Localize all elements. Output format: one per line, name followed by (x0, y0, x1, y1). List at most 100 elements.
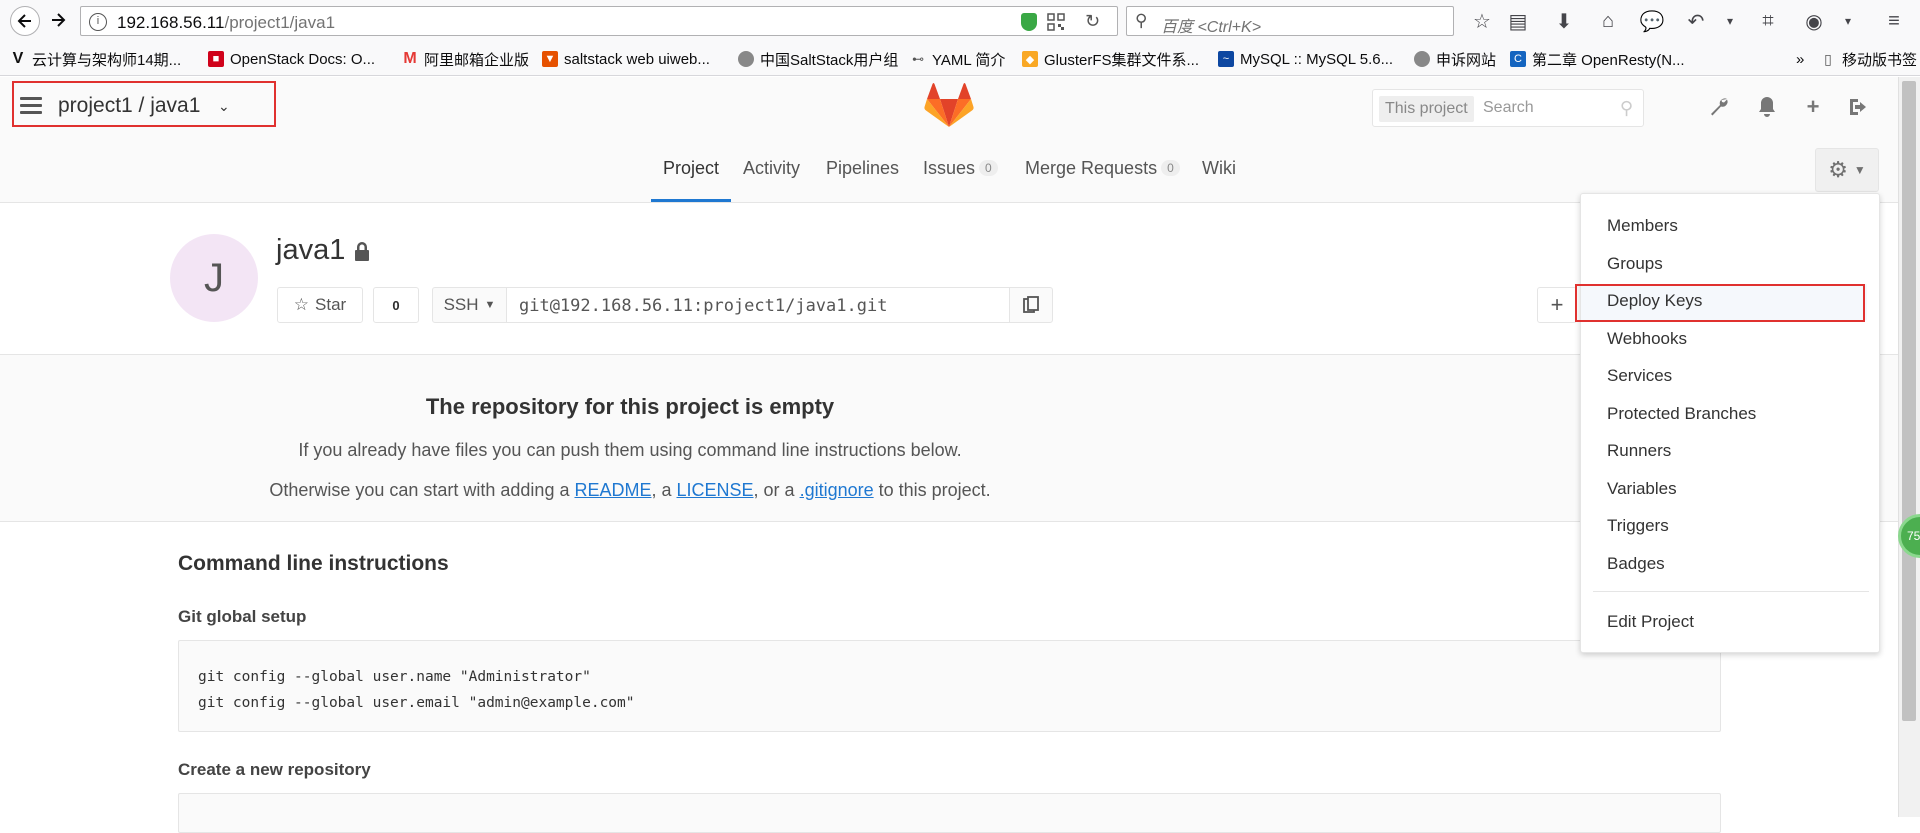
settings-dropdown-button[interactable]: ⚙ ▼ (1815, 148, 1879, 192)
project-title[interactable]: project1 / java1 (58, 94, 200, 118)
tab-pipelines[interactable]: Pipelines (826, 158, 899, 179)
menu-icon[interactable]: ≡ (1882, 9, 1906, 33)
tab-issues[interactable]: Issues 0 (923, 158, 998, 179)
bell-icon[interactable] (1754, 94, 1780, 120)
qr-code-icon[interactable] (1047, 13, 1065, 31)
menu-item-services[interactable]: Services (1607, 366, 1672, 386)
gitlab-logo-icon[interactable] (924, 83, 974, 129)
bookmark-label: 云计算与架构师14期... (32, 51, 182, 69)
hamburger-menu-icon[interactable] (20, 97, 42, 114)
bookmark-item[interactable]: V 云计算与架构师14期... (10, 49, 182, 69)
menu-item-edit-project[interactable]: Edit Project (1607, 612, 1694, 632)
url-text: 192.168.56.11/project1/java1 (117, 13, 335, 33)
tab-activity[interactable]: Activity (743, 158, 800, 179)
clone-protocol-dropdown[interactable]: SSH ▼ (432, 287, 507, 323)
star-button[interactable]: ☆ Star (277, 287, 363, 323)
bookmark-item[interactable]: ▼ saltstack web uiweb... (542, 49, 710, 69)
create-repo-title: Create a new repository (178, 760, 371, 779)
chevron-down-icon[interactable]: ▾ (1836, 9, 1860, 33)
shield-icon[interactable] (1021, 13, 1037, 31)
mask-icon[interactable]: ◉ (1802, 9, 1826, 33)
chevron-down-icon[interactable]: ▾ (1718, 9, 1742, 33)
git-setup-code-block[interactable]: git config --global user.name "Administr… (178, 640, 1721, 732)
project-name: java1 (276, 234, 346, 266)
caret-down-icon: ▼ (484, 299, 496, 311)
settings-dropdown-menu: Members Groups Deploy Keys Webhooks Serv… (1575, 193, 1880, 653)
suggestion-suffix: to this project. (873, 480, 991, 500)
globe-icon (1414, 51, 1430, 67)
info-icon[interactable]: i (89, 13, 107, 31)
bookmark-label: 第二章 OpenResty(N... (1532, 51, 1685, 69)
license-link[interactable]: LICENSE (677, 480, 754, 500)
bookmark-label: 中国SaltStack用户组 (760, 51, 899, 69)
bookmark-item[interactable]: C 第二章 OpenResty(N... (1510, 49, 1685, 69)
bookmark-item[interactable]: ~ MySQL :: MySQL 5.6... (1218, 49, 1393, 69)
star-label: Star (315, 295, 347, 314)
search-icon: ⚲ (1619, 98, 1633, 118)
reload-icon[interactable]: ↻ (1085, 11, 1100, 32)
clone-url-input[interactable]: git@192.168.56.11:project1/java1.git (506, 287, 1010, 323)
bookmark-star-icon[interactable]: ☆ (1470, 9, 1494, 33)
menu-item-badges[interactable]: Badges (1607, 554, 1665, 574)
download-icon[interactable]: ⬇ (1552, 9, 1576, 33)
yaml-icon: ⊷ (912, 52, 924, 66)
sign-out-icon[interactable] (1846, 94, 1872, 120)
tab-wiki[interactable]: Wiki (1202, 158, 1236, 179)
reader-list-icon[interactable]: ▤ (1506, 9, 1530, 33)
header-search-input[interactable]: This project Search ⚲ (1372, 89, 1644, 127)
menu-item-runners[interactable]: Runners (1607, 441, 1671, 461)
search-icon: ⚲ (1135, 11, 1148, 30)
plus-icon[interactable]: + (1800, 94, 1826, 120)
deploy-keys-highlight (1575, 284, 1865, 322)
forward-button[interactable] (50, 12, 68, 30)
browser-toolbar: i 192.168.56.11/project1/java1 ↻ ⚲ 百度 <C… (0, 0, 1920, 42)
bookmark-item[interactable]: ◆ GlusterFS集群文件系... (1022, 49, 1199, 69)
star-icon: ☆ (293, 295, 310, 314)
admin-wrench-icon[interactable] (1706, 94, 1732, 120)
saltstack-icon: ▼ (542, 51, 558, 67)
scrollbar-thumb[interactable] (1902, 81, 1916, 721)
lock-icon (354, 242, 370, 268)
bookmarks-overflow[interactable]: » (1796, 49, 1804, 69)
menu-item-triggers[interactable]: Triggers (1607, 516, 1669, 536)
phone-icon: ▯ (1824, 50, 1832, 67)
project-avatar: J (170, 234, 258, 322)
caret-down-icon: ▼ (1853, 163, 1866, 177)
menu-item-webhooks[interactable]: Webhooks (1607, 329, 1687, 349)
add-new-button[interactable]: + (1537, 287, 1577, 323)
chevron-down-icon[interactable]: ⌄ (218, 98, 230, 115)
tab-project[interactable]: Project (663, 158, 719, 179)
bookmark-item[interactable]: ■ OpenStack Docs: O... (208, 49, 375, 69)
menu-item-groups[interactable]: Groups (1607, 254, 1663, 274)
gitignore-link[interactable]: .gitignore (800, 480, 874, 500)
bookmark-item[interactable]: 申诉网站 (1414, 49, 1496, 69)
menu-item-protected-branches[interactable]: Protected Branches (1607, 404, 1756, 424)
crop-icon[interactable]: ⌗ (1756, 9, 1780, 33)
undo-icon[interactable]: ↶ (1684, 9, 1708, 33)
mobile-bookmarks[interactable]: ▯ 移动版书签 (1820, 49, 1917, 69)
menu-item-variables[interactable]: Variables (1607, 479, 1677, 499)
url-bar[interactable]: i 192.168.56.11/project1/java1 ↻ (80, 6, 1118, 36)
gear-icon: ⚙ (1828, 157, 1848, 182)
bookmark-item[interactable]: M 阿里邮箱企业版 (402, 49, 529, 69)
browser-search-box[interactable]: ⚲ 百度 <Ctrl+K> (1126, 6, 1454, 36)
menu-item-members[interactable]: Members (1607, 216, 1678, 236)
bookmark-item[interactable]: ⊷ YAML 简介 (910, 49, 1005, 69)
suggestion-separator: , a (651, 480, 677, 500)
tab-issues-label: Issues (923, 158, 976, 178)
gitlab-header: project1 / java1 ⌄ This project Search ⚲… (0, 77, 1898, 138)
search-scope-chip[interactable]: This project (1379, 96, 1474, 122)
bookmark-label: 阿里邮箱企业版 (424, 51, 530, 69)
tab-merge-requests[interactable]: Merge Requests 0 (1025, 158, 1180, 179)
readme-link[interactable]: README (574, 480, 651, 500)
mobile-bookmarks-label: 移动版书签 (1842, 51, 1918, 69)
copy-url-button[interactable] (1009, 287, 1053, 323)
home-icon[interactable]: ⌂ (1596, 9, 1620, 33)
back-button[interactable] (10, 6, 40, 36)
cli-instructions-title: Command line instructions (178, 552, 449, 575)
page-scrollbar[interactable] (1898, 77, 1920, 817)
create-repo-code-block[interactable] (178, 793, 1721, 833)
chat-icon[interactable]: 💬 (1640, 9, 1665, 33)
star-count[interactable]: 0 (373, 287, 419, 323)
bookmark-item[interactable]: 中国SaltStack用户组 (738, 49, 898, 69)
